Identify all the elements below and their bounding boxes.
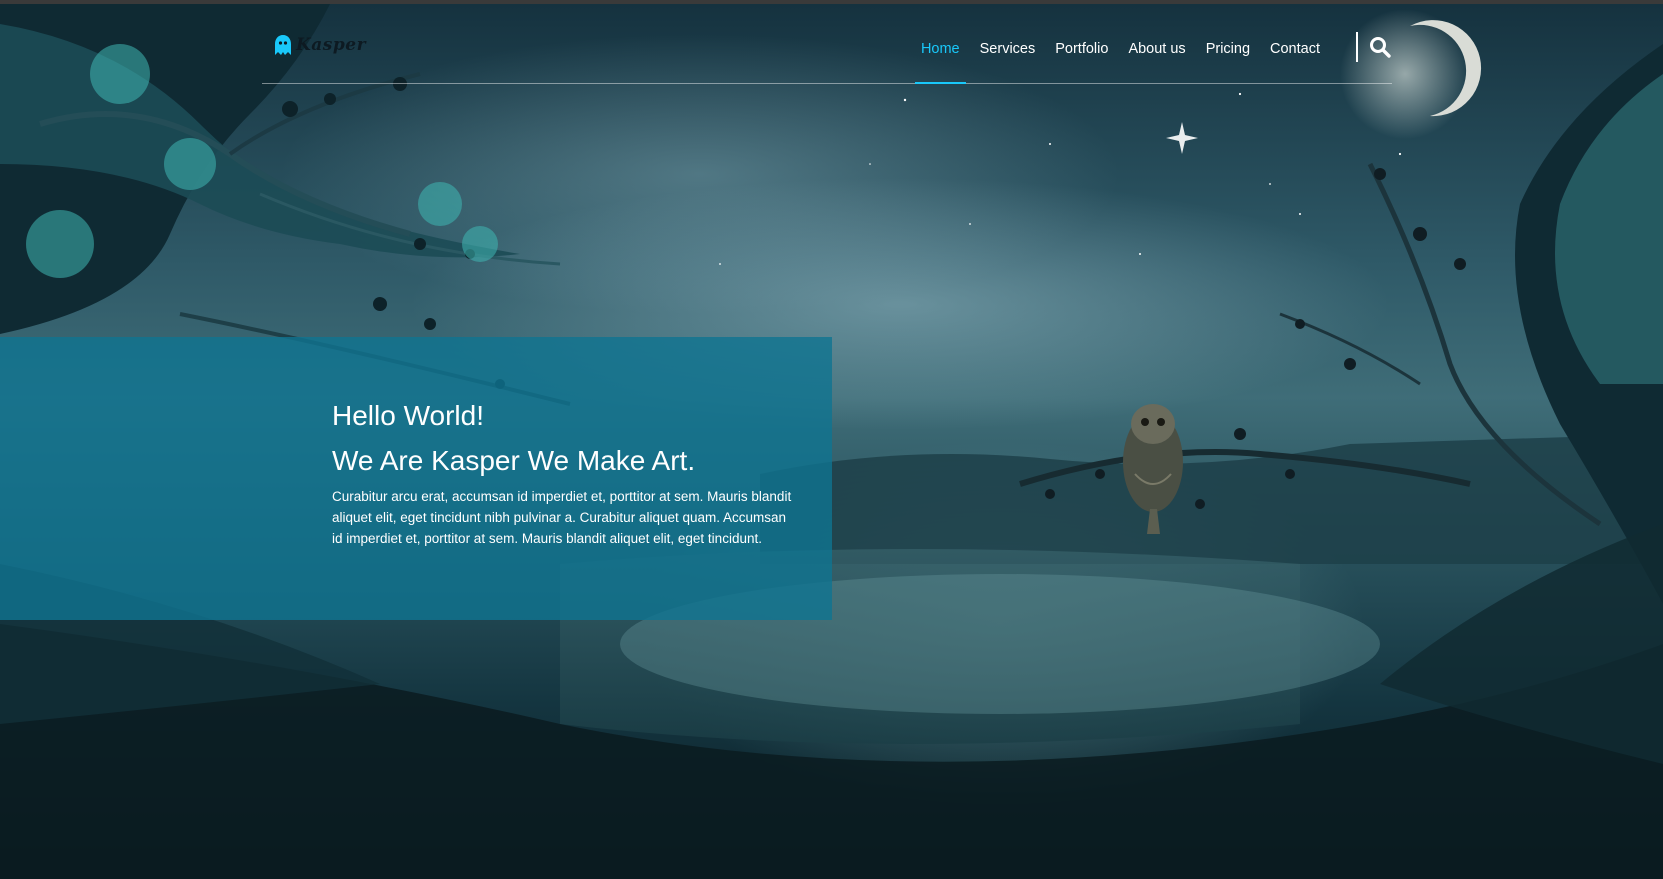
- nav-item-portfolio[interactable]: Portfolio: [1055, 37, 1108, 84]
- intro-panel: Hello World! We Are Kasper We Make Art. …: [0, 337, 832, 620]
- nav-item-home[interactable]: Home: [914, 37, 966, 84]
- sparkle-star: [1166, 122, 1198, 154]
- nav-menu: Home Services Portfolio About us Pricing…: [914, 37, 1320, 84]
- brand-name: Kasper: [296, 35, 367, 55]
- nav-item-pricing[interactable]: Pricing: [1206, 37, 1250, 84]
- search-icon[interactable]: [1368, 35, 1392, 59]
- intro-title-line2: We Are Kasper We Make Art.: [332, 445, 696, 476]
- stars: [719, 92, 1402, 265]
- nav-divider: [1356, 32, 1358, 62]
- intro-title-line1: Hello World!: [332, 400, 484, 431]
- ghost-icon: [275, 35, 291, 55]
- nav-item-services[interactable]: Services: [980, 37, 1036, 84]
- intro-title: Hello World! We Are Kasper We Make Art.: [332, 393, 695, 483]
- intro-paragraph: Curabitur arcu erat, accumsan id imperdi…: [332, 489, 792, 546]
- hero-section: Kasper Home Services Portfolio About us …: [0, 4, 1663, 879]
- nav-item-contact[interactable]: Contact: [1270, 37, 1320, 84]
- brand-logo[interactable]: Kasper: [274, 31, 366, 59]
- nav-item-about-us[interactable]: About us: [1128, 37, 1185, 84]
- main-navbar: Kasper Home Services Portfolio About us …: [262, 18, 1392, 84]
